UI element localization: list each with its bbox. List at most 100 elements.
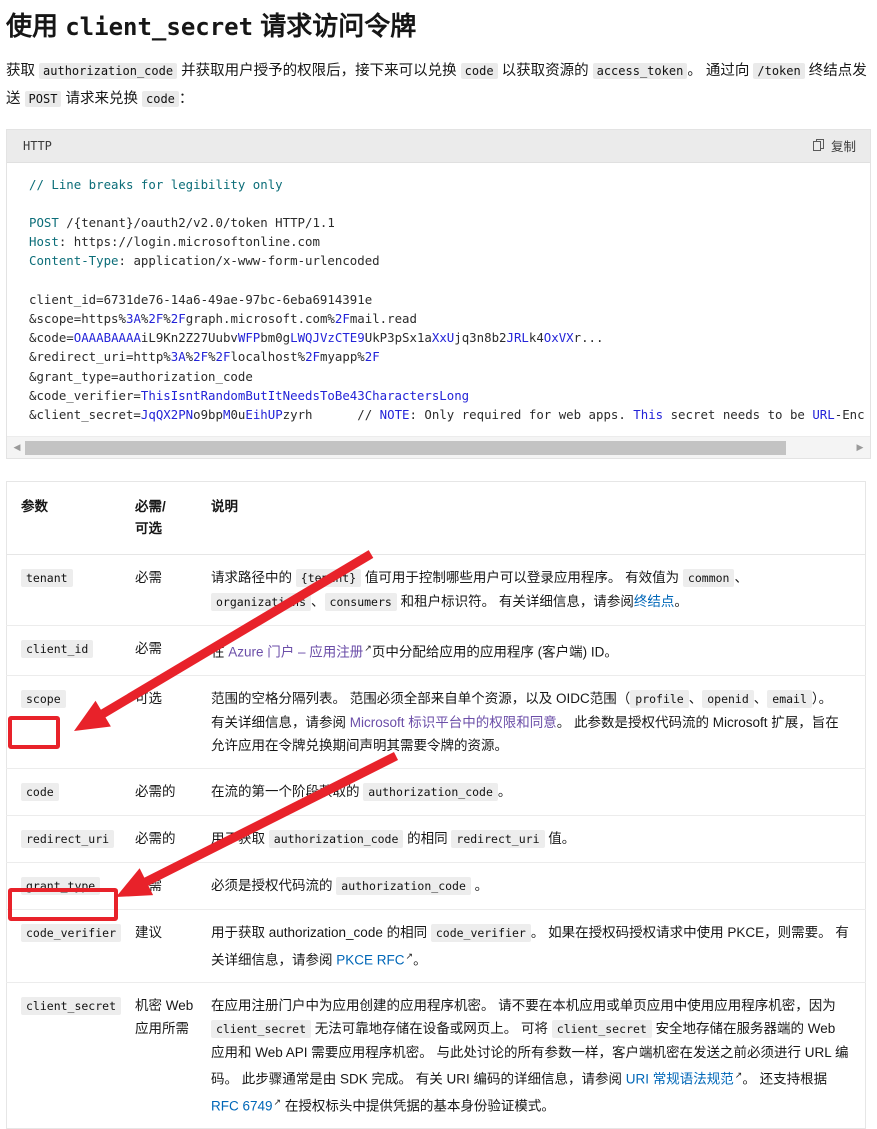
cell-required: 建议 [135,909,211,984]
code-token: 2F [170,310,186,326]
page-title-prefix: 使用 [6,11,66,41]
scroll-right-arrow-icon[interactable]: ▶ [852,438,868,458]
inline-code: authorization_code [363,782,498,801]
table-row: client_secret 机密 Web 应用所需 在应用注册门户中为应用创建的应用… [7,983,866,1129]
code-token: localhost% [230,349,306,365]
inline-code: authorization_code [268,829,404,848]
table-row: code_verifier 建议 用于获取 authorization_code 的… [6,909,866,984]
inline-code-post: POST [24,90,62,107]
code-token: This [633,406,664,422]
highlight-code-param [8,716,60,749]
code-token: : application/x-www-form-urlencoded [118,253,380,269]
code-content: // Line breaks for legibility only POST … [7,175,870,435]
documentation-page: 使用 client_secret 请求访问令牌 获取 authorization… [0,0,877,1129]
code-token: zyrh [282,406,313,422]
inline-code: client_secret [211,1020,312,1039]
code-token: JRL [506,330,529,346]
copy-button-label: 复制 [830,140,856,154]
cell-required: 必需的 [135,768,211,816]
code-token: /{tenant}/oauth2/v2.0/token HTTP/1.1 [58,214,335,230]
cell-param: client_id [6,625,135,676]
code-token: iL9Kn2Z27Uubv [140,330,238,346]
cell-param: tenant [6,554,135,627]
doc-link[interactable]: Azure 门户 – 应用注册 [228,645,363,660]
code-token: 2F [215,349,231,365]
code-token: myapp% [319,349,365,365]
code-token: 2F [193,349,209,365]
page-title-code: client_secret [65,13,254,41]
code-token: r... [573,330,604,346]
doc-link[interactable]: RFC 6749 [211,1098,273,1113]
scrollbar-track[interactable] [25,440,852,455]
cell-required: 必需 [135,554,211,627]
code-token: WFP [237,330,261,346]
intro-text-1: 获取 [6,62,40,79]
code-token: UkP3pSx1a [364,330,432,346]
cell-param: client_secret [7,983,136,1129]
code-token: XxU [431,330,455,346]
inline-code: openid [702,689,754,708]
cell-param: redirect_uri [6,815,135,863]
code-token: bm0g [260,330,291,346]
cell-description: 用于获取 authorization_code 的相同 code_verifie… [211,909,866,984]
code-token: &redirect_uri=http% [29,349,171,365]
doc-link[interactable]: PKCE RFC [336,952,404,967]
param-name: code_verifier [21,923,122,942]
external-link-icon: ↗ [364,643,372,654]
param-name: redirect_uri [21,829,115,848]
cell-description: 在应用注册门户中为应用创建的应用程序机密。 请不要在本机应用或单页应用中使用应用… [211,998,849,1114]
inline-code: organizations [211,593,312,612]
doc-link[interactable]: URI 常规语法规范 [626,1072,734,1087]
code-token: 2F [364,349,380,365]
code-token: 3A [170,349,186,365]
cell-description: 用于获取 authorization_code 的相同 redirect_uri… [211,815,866,863]
scroll-left-arrow-icon[interactable]: ◀ [9,438,25,458]
scrollbar-thumb[interactable] [25,440,786,455]
cell-description: 在 Azure 门户 – 应用注册↗页中分配给应用的应用程序 (客户端) ID。 [211,625,866,676]
page-title-suffix: 请求访问令牌 [253,11,417,41]
cell-description: 必须是授权代码流的 authorization_code 。 [211,862,866,910]
code-token: NOTE [379,406,410,422]
inline-code: profile [630,689,689,708]
code-token: k4 [528,330,544,346]
inline-code-code-2: code [142,90,179,107]
code-token: OAAABAAAA [73,330,141,346]
intro-text-2: 并获取用户授予的权限后，接下来可以兑换 [177,62,461,79]
code-horizontal-scrollbar[interactable]: ◀ ▶ [7,436,870,459]
code-block-header: HTTP 复制 [7,129,870,163]
highlight-client-secret-param [8,888,118,921]
inline-code-access-token: access_token [592,62,688,79]
column-header-description: 说明 [211,481,866,556]
code-token: 2F [305,349,320,365]
cell-required: 必需 [135,625,211,676]
doc-link[interactable]: 终结点 [634,594,675,609]
code-token: // Line breaks for legibility only [29,176,283,192]
cell-required: 必需 [135,862,211,910]
code-token: URL [812,406,835,422]
code-token: : https://login.microsoftonline.com [58,234,320,250]
code-token: o9bp [193,406,223,422]
table-row: client_id 必需在 Azure 门户 – 应用注册↗页中分配给应用的应用程… [6,625,866,676]
parameters-table: 参数 必需/可选 说明 tenant 必需 请求路径中的 {tenant} 值可用于… [6,481,866,1129]
code-token: graph.microsoft.com% [185,310,335,326]
table-row: tenant 必需 请求路径中的 {tenant} 值可用于控制哪些用户可以登录应用… [6,554,866,627]
param-name: client_secret [21,997,122,1016]
code-token: client_id=6731de76-14a6-49ae-97bc-6eba69… [29,291,373,307]
param-name: tenant [21,569,73,588]
intro-text-7: ： [178,90,194,107]
doc-link[interactable]: Microsoft 标识平台中的权限和同意 [350,715,557,730]
column-header-param: 参数 [6,481,135,556]
code-token: LWQJVzCTE9 [290,330,365,346]
copy-button[interactable]: 复制 [811,134,858,157]
inline-code: {tenant} [295,569,362,588]
code-token: % [163,310,171,326]
code-language-label: HTTP [23,138,52,153]
code-token: Content-Type [29,253,119,269]
table-row: grant_type 必需 必须是授权代码流的 authorization_code… [6,862,866,910]
table-row: scope 可选 范围的空格分隔列表。 范围必须全部来自单个资源，以及 OIDC范围… [6,675,866,769]
inline-code-authorization-code: authorization_code [39,62,178,79]
column-header-required-line1: 必需/ [135,499,166,515]
inline-code-token-endpoint: /token [753,62,805,79]
external-link-icon: ↗ [405,950,414,961]
code-token: JqQX2PN [140,406,194,422]
